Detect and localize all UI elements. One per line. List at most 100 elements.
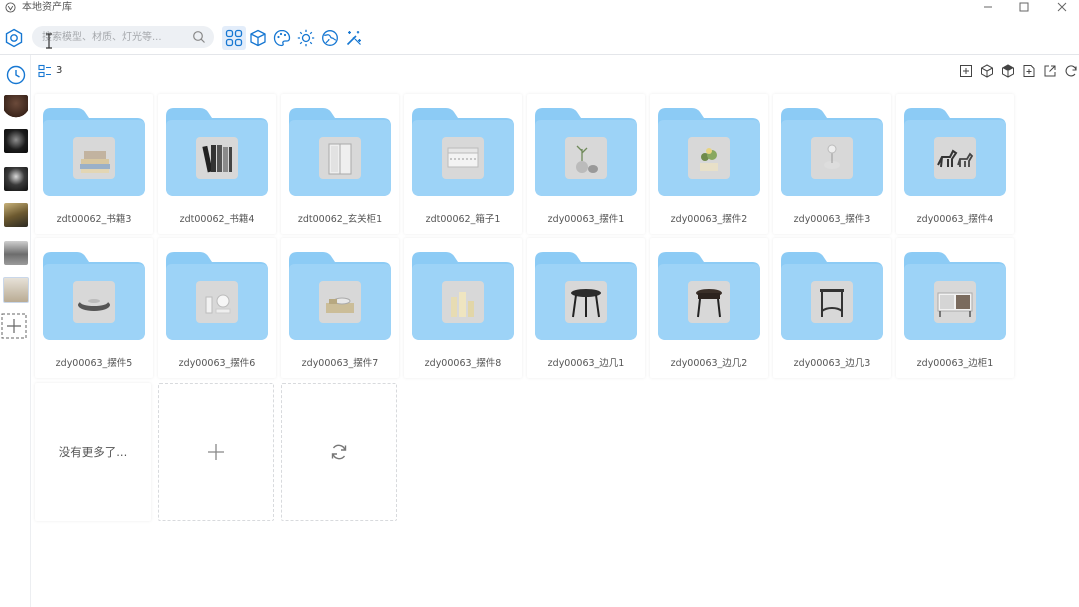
no-more-label: 没有更多了... — [58, 445, 128, 459]
refresh-tile[interactable] — [281, 383, 397, 521]
cube-solid-icon — [1001, 63, 1014, 78]
asset-thumbnail — [688, 137, 730, 179]
asset-card[interactable]: zdy00063_摆件4 — [896, 94, 1014, 234]
rail-thumb-beige-model[interactable] — [3, 277, 29, 303]
asset-card[interactable]: zdt00062_书籍4 — [158, 94, 276, 234]
add-asset-tile[interactable] — [158, 383, 274, 521]
asset-label: zdt00062_玄关柜1 — [297, 214, 383, 225]
asset-thumbnail — [442, 137, 484, 179]
cube-model-icon — [250, 29, 266, 47]
asset-thumbnail — [811, 137, 853, 179]
asset-thumbnail — [73, 281, 115, 323]
close-icon — [1057, 2, 1067, 12]
asset-thumbnail — [934, 281, 976, 323]
minimize-button[interactable] — [978, 0, 998, 14]
refresh-button[interactable] — [1063, 63, 1078, 78]
asset-card[interactable]: zdt00062_书籍3 — [35, 94, 153, 234]
asset-thumbnail — [319, 281, 361, 323]
minimize-icon — [984, 6, 992, 8]
asset-thumbnail — [319, 137, 361, 179]
action-toolbar — [958, 63, 1078, 78]
magic-wand-icon — [346, 31, 361, 46]
rail-thumb-spotlight[interactable] — [4, 167, 28, 191]
filter-environment-button[interactable] — [318, 26, 342, 50]
category-rail — [0, 55, 31, 607]
cube-outline-icon — [980, 63, 993, 78]
asset-label: zdy00063_摆件1 — [547, 214, 625, 225]
asset-card[interactable]: zdy00063_摆件6 — [158, 238, 276, 378]
add-category-icon — [1, 313, 27, 339]
export-icon — [1044, 65, 1055, 76]
add-file-button[interactable] — [958, 63, 973, 78]
asset-card[interactable]: zdy00063_摆件7 — [281, 238, 399, 378]
rail-thumb-gold-scene[interactable] — [4, 203, 28, 227]
search-input[interactable] — [42, 29, 182, 45]
toolbar-divider — [0, 54, 1079, 55]
asset-card[interactable]: zdy00063_摆件1 — [527, 94, 645, 234]
asset-thumbnail — [196, 137, 238, 179]
import-icon — [1023, 64, 1034, 77]
asset-card[interactable]: zdt00062_箱子1 — [404, 94, 522, 234]
cube-outline-button[interactable] — [979, 63, 994, 78]
filter-toolbar — [222, 26, 366, 50]
asset-label: zdy00063_摆件4 — [916, 214, 994, 225]
asset-card[interactable]: zdy00063_边柜1 — [896, 238, 1014, 378]
asset-card[interactable]: zdy00063_摆件8 — [404, 238, 522, 378]
asset-label: zdt00062_书籍3 — [56, 214, 132, 225]
asset-thumbnail — [442, 281, 484, 323]
text-cursor-icon — [46, 33, 52, 49]
window-title: 本地资产库 — [22, 2, 72, 13]
cube-solid-button[interactable] — [1000, 63, 1015, 78]
asset-label: zdt00062_书籍4 — [179, 214, 255, 225]
clock-icon — [6, 65, 26, 85]
app-logo-icon — [5, 2, 16, 13]
search-box[interactable] — [32, 26, 214, 48]
asset-thumbnail — [73, 137, 115, 179]
no-more-tile: 没有更多了... — [35, 383, 151, 521]
asset-card[interactable]: zdy00063_摆件5 — [35, 238, 153, 378]
asset-card[interactable]: zdy00063_边几3 — [773, 238, 891, 378]
rail-add-category[interactable] — [1, 313, 27, 339]
asset-card[interactable]: zdy00063_边几1 — [527, 238, 645, 378]
rail-thumb-gray-model[interactable] — [4, 241, 28, 265]
asset-label: zdy00063_摆件2 — [670, 214, 748, 225]
item-count: 3 — [56, 65, 63, 76]
asset-label: zdy00063_边几1 — [547, 358, 625, 369]
asset-label: zdy00063_摆件7 — [301, 358, 379, 369]
add-file-icon — [959, 64, 972, 77]
filter-all-button[interactable] — [222, 26, 246, 50]
rail-recent[interactable] — [4, 63, 28, 87]
list-count-icon — [38, 64, 51, 78]
sun-light-icon — [297, 29, 315, 47]
asset-card[interactable]: zdt00062_玄关柜1 — [281, 94, 399, 234]
filter-material-button[interactable] — [270, 26, 294, 50]
asset-label: zdy00063_摆件8 — [424, 358, 502, 369]
refresh-icon — [1065, 64, 1077, 76]
maximize-button[interactable] — [1014, 0, 1034, 14]
filter-effects-button[interactable] — [342, 26, 366, 50]
asset-thumbnail — [934, 137, 976, 179]
search-icon[interactable] — [192, 30, 206, 44]
asset-label: zdy00063_摆件6 — [178, 358, 256, 369]
hexagon-settings-icon — [5, 28, 23, 48]
rail-thumb-brown-material[interactable] — [4, 95, 28, 119]
asset-label: zdy00063_边柜1 — [916, 358, 994, 369]
asset-thumbnail — [196, 281, 238, 323]
export-button[interactable] — [1042, 63, 1057, 78]
asset-label: zdt00062_箱子1 — [425, 214, 501, 225]
import-button[interactable] — [1021, 63, 1036, 78]
rail-thumb-dark-hdri[interactable] — [4, 129, 28, 153]
asset-thumbnail — [811, 281, 853, 323]
asset-card[interactable]: zdy00063_摆件2 — [650, 94, 768, 234]
asset-card[interactable]: zdy00063_摆件3 — [773, 94, 891, 234]
filter-light-button[interactable] — [294, 26, 318, 50]
maximize-icon — [1019, 2, 1029, 12]
asset-thumbnail — [565, 137, 607, 179]
asset-card[interactable]: zdy00063_边几2 — [650, 238, 768, 378]
close-button[interactable] — [1052, 0, 1072, 14]
asset-thumbnail — [688, 281, 730, 323]
grid-all-icon — [225, 29, 243, 47]
filter-model-button[interactable] — [246, 26, 270, 50]
settings-button[interactable] — [4, 28, 24, 48]
asset-label: zdy00063_摆件5 — [55, 358, 133, 369]
